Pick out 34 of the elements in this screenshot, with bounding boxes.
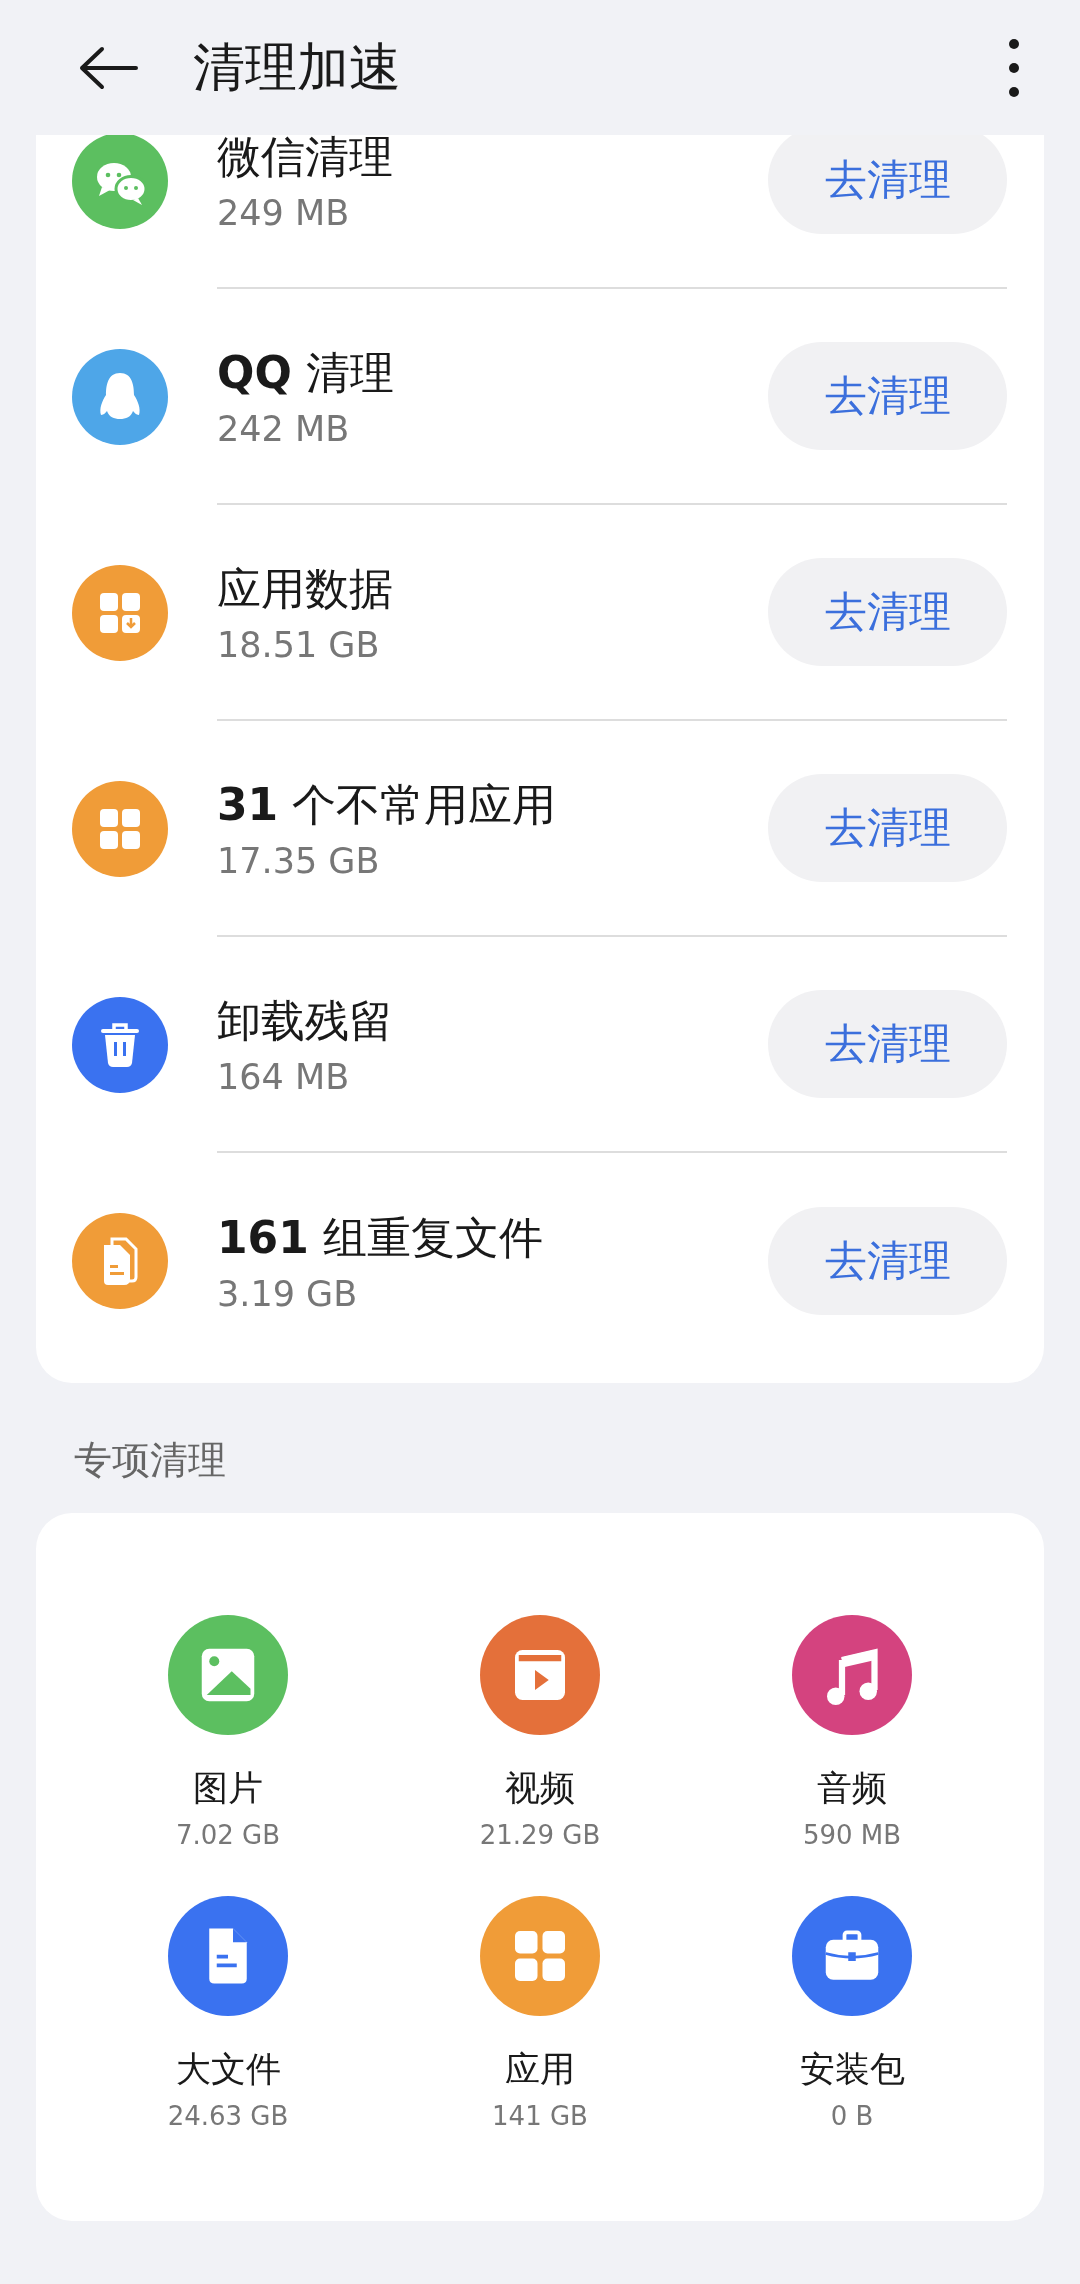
item-title: 卸载残留 [217,994,394,1048]
item-title: 31 个不常用应用 [217,778,558,832]
item-size: 242 MB [217,409,351,449]
item-title: 微信清理 [217,135,394,184]
item-title: QQ 清理 [217,346,395,400]
back-arrow-icon[interactable] [78,45,138,90]
category-size: 0 B [830,2101,874,2131]
item-size: 17.35 GB [217,841,381,881]
more-options-icon[interactable] [1008,37,1020,98]
item-title: 应用数据 [217,562,394,616]
category-size: 590 MB [802,1820,902,1850]
category-size: 7.02 GB [175,1820,281,1850]
item-size: 18.51 GB [217,625,381,665]
category-label[interactable]: 图片 [193,1765,263,1812]
category-label[interactable]: 音频 [817,1765,887,1812]
item-title: 161 组重复文件 [217,1211,544,1265]
clean-button[interactable]: 去清理 [768,558,1007,666]
clean-button[interactable]: 去清理 [768,990,1007,1098]
category-size: 21.29 GB [479,1820,601,1850]
category-size: 141 GB [492,2101,588,2131]
clean-button[interactable]: 去清理 [768,342,1007,450]
clean-button[interactable]: 去清理 [768,1207,1007,1315]
category-label[interactable]: 安装包 [799,2046,905,2093]
category-label[interactable]: 应用 [505,2046,575,2093]
clean-button[interactable]: 去清理 [768,135,1007,234]
item-size: 164 MB [217,1057,351,1097]
section-title: 专项清理 [73,1437,227,1484]
category-label[interactable]: 视频 [505,1765,575,1812]
category-size: 24.63 GB [167,2101,289,2131]
item-size: 249 MB [217,193,351,233]
item-size: 3.19 GB [217,1274,359,1314]
page-title: 清理加速 [193,35,402,99]
clean-button[interactable]: 去清理 [768,774,1007,882]
category-label[interactable]: 大文件 [175,2046,281,2093]
